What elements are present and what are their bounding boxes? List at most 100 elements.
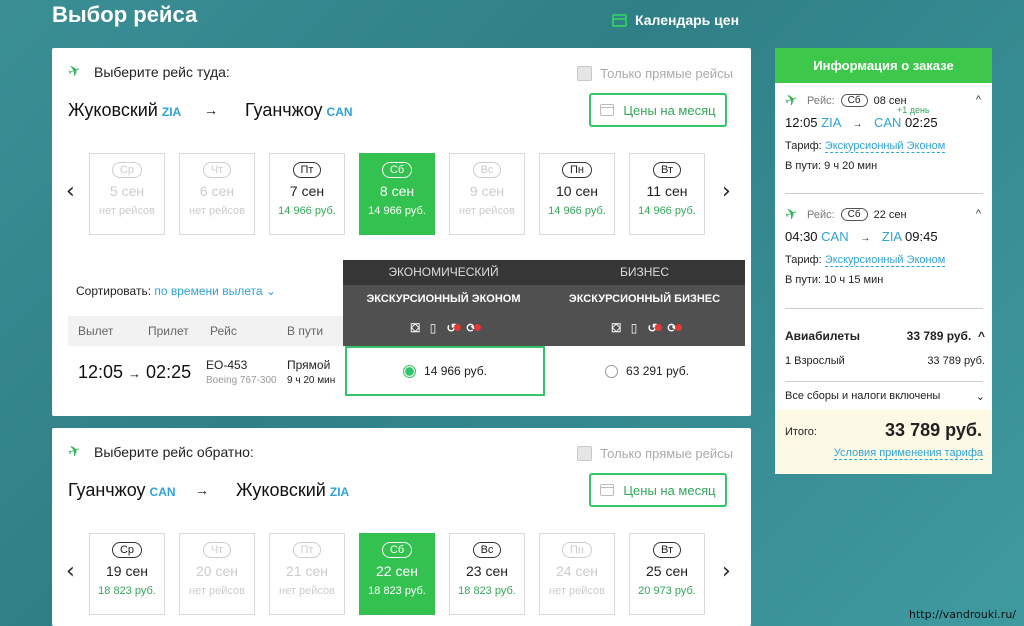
origin: Жуковский ZIA <box>68 100 181 121</box>
tickets-total: 33 789 руб. <box>906 329 972 343</box>
direct-only-toggle[interactable]: Только прямые рейсы <box>577 446 733 461</box>
date-card[interactable]: Пт 7 сен 14 966 руб. <box>269 153 345 235</box>
sort-dropdown[interactable]: по времени вылета <box>154 284 262 298</box>
segment-date: 22 сен <box>873 208 907 221</box>
segment-duration: В пути: 10 ч 15 мин <box>785 274 884 286</box>
direct-only-toggle[interactable]: Только прямые рейсы <box>577 66 733 81</box>
economy-price: 14 966 руб. <box>424 364 487 378</box>
segment-tariff: Тариф: Экскурсионный Эконом <box>785 140 985 153</box>
business-radio[interactable] <box>605 364 619 378</box>
date-day: 9 сен <box>469 183 505 199</box>
month-prices-button[interactable]: Цены на месяц <box>589 93 727 127</box>
col-arrival: Прилет <box>148 324 189 338</box>
date-dow: Вс <box>472 162 502 178</box>
direct-only-checkbox[interactable] <box>577 446 593 461</box>
date-card[interactable]: Ср 19 сен 18 823 руб. <box>89 533 165 615</box>
dep-time: 04:30 <box>785 229 818 244</box>
economy-class-label: ЭКОНОМИЧЕСКИЙ <box>343 260 544 285</box>
price-calendar-link[interactable]: Календарь цен <box>612 12 739 28</box>
date-day: 6 сен <box>199 183 235 199</box>
business-fare-option[interactable]: 63 291 руб. <box>547 346 747 396</box>
dep-time: 12:05 <box>785 115 818 130</box>
economy-fare-header: ЭКОНОМИЧЕСКИЙ ЭКСКУРСИОННЫЙ ЭКОНОМ ⛋ ▯ ↺… <box>343 260 544 346</box>
date-card[interactable]: Вт 25 сен 20 973 руб. <box>629 533 705 615</box>
col-duration: В пути <box>287 324 324 338</box>
date-price: нет рейсов <box>189 585 245 597</box>
segment-times: 04:30 CAN → ZIA 09:45 <box>785 229 985 244</box>
date-card-selected[interactable]: Сб 22 сен 18 823 руб. <box>359 533 435 615</box>
segment-header: Рейс: Сб 08 сен <box>785 94 985 107</box>
prev-arrow-icon[interactable]: ‹ <box>66 561 75 583</box>
arr-code: CAN <box>873 115 902 130</box>
calendar-icon <box>600 484 615 496</box>
plus-day-note: +1 день <box>897 105 930 115</box>
chevron-up-icon[interactable]: ^ <box>978 329 985 343</box>
date-card[interactable]: Вт 11 сен 14 966 руб. <box>629 153 705 235</box>
next-arrow-icon[interactable]: › <box>722 181 731 203</box>
exchange-icon: ⟳ <box>466 321 482 335</box>
adult-price: 33 789 руб. <box>927 355 985 367</box>
return-heading: Выберите рейс обратно: <box>68 444 254 460</box>
date-day: 10 сен <box>556 183 598 199</box>
date-day: 19 сен <box>106 563 148 579</box>
economy-radio[interactable] <box>403 364 417 378</box>
order-segment-return: Рейс: Сб 22 сен ^ 04:30 CAN → ZIA 09:45 … <box>785 208 985 286</box>
chevron-up-icon[interactable]: ^ <box>976 208 981 220</box>
flight-table-header: Вылет Прилет Рейс В пути <box>68 316 343 346</box>
fare-conditions-link[interactable]: Условия применения тарифа <box>833 447 983 460</box>
hand-luggage-icon: ▯ <box>429 321 437 335</box>
page-title: Выбор рейса <box>52 2 198 27</box>
tariff-label: Тариф: <box>785 254 822 266</box>
date-card[interactable]: Вс 23 сен 18 823 руб. <box>449 533 525 615</box>
economy-fare-option[interactable]: 14 966 руб. <box>345 346 545 396</box>
economy-fare-name: ЭКСКУРСИОННЫЙ ЭКОНОМ <box>366 293 521 305</box>
adult-label: 1 Взрослый <box>785 355 845 367</box>
outbound-date-strip: ‹ Ср 5 сен нет рейсов Чт 6 сен нет рейсов Пт… <box>66 153 738 235</box>
route-arrow: → <box>195 482 209 498</box>
outbound-route: Жуковский ZIA → Гуанчжоу CAN <box>68 100 368 124</box>
segment-times: 12:05 ZIA → CAN 02:25 <box>785 115 985 130</box>
date-card-selected[interactable]: Сб 8 сен 14 966 руб. <box>359 153 435 235</box>
business-fare-sub: ЭКСКУРСИОННЫЙ БИЗНЕС ⛋ ▯ ↺ ⟳ <box>544 285 745 346</box>
fees-row[interactable]: Все сборы и налоги включены ⌄ <box>785 390 985 403</box>
direct-only-label: Только прямые рейсы <box>600 66 733 81</box>
month-prices-button[interactable]: Цены на месяц <box>589 473 727 507</box>
prev-arrow-icon[interactable]: ‹ <box>66 181 75 203</box>
date-dow: Чт <box>202 162 232 178</box>
date-price: 18 823 руб. <box>368 585 426 597</box>
destination-city: Гуанчжоу <box>245 100 323 120</box>
date-dow: Сб <box>381 162 413 178</box>
date-price: 20 973 руб. <box>638 585 696 597</box>
date-price: 14 966 руб. <box>368 205 426 217</box>
time-arrow: → <box>852 119 863 130</box>
total-amount: 33 789 руб. <box>885 420 982 440</box>
tariff-link[interactable]: Экскурсионный Эконом <box>824 254 946 267</box>
origin-code: ZIA <box>161 105 182 119</box>
origin-city: Жуковский <box>68 100 158 120</box>
date-card[interactable]: Пн 10 сен 14 966 руб. <box>539 153 615 235</box>
date-dow: Вт <box>652 162 681 178</box>
date-day: 11 сен <box>646 183 688 199</box>
direct-only-checkbox[interactable] <box>577 66 593 81</box>
date-dow: Вт <box>652 542 681 558</box>
date-card: Чт 20 сен нет рейсов <box>179 533 255 615</box>
time-arrow: → <box>860 233 871 244</box>
date-price: нет рейсов <box>99 205 155 217</box>
date-dow: Ср <box>111 162 143 178</box>
business-price: 63 291 руб. <box>626 364 689 378</box>
tickets-summary: Авиабилеты 33 789 руб. ^ 1 Взрослый 33 7… <box>785 329 985 367</box>
next-arrow-icon[interactable]: › <box>722 561 731 583</box>
tariff-link[interactable]: Экскурсионный Эконом <box>824 140 946 153</box>
tickets-row[interactable]: Авиабилеты 33 789 руб. ^ <box>785 329 985 343</box>
col-departure: Вылет <box>78 324 114 338</box>
date-day: 7 сен <box>289 183 325 199</box>
chevron-down-icon[interactable]: ⌄ <box>266 284 276 298</box>
chevron-down-icon[interactable]: ⌄ <box>976 390 985 403</box>
col-flight: Рейс <box>210 324 237 338</box>
arr-code: ZIA <box>881 229 902 244</box>
watermark-text: http://vandrouki.ru/ <box>908 608 1016 621</box>
sort-label: Сортировать: <box>76 284 152 298</box>
date-price: 14 966 руб. <box>278 205 336 217</box>
date-card: Пн 24 сен нет рейсов <box>539 533 615 615</box>
chevron-up-icon[interactable]: ^ <box>976 94 981 106</box>
